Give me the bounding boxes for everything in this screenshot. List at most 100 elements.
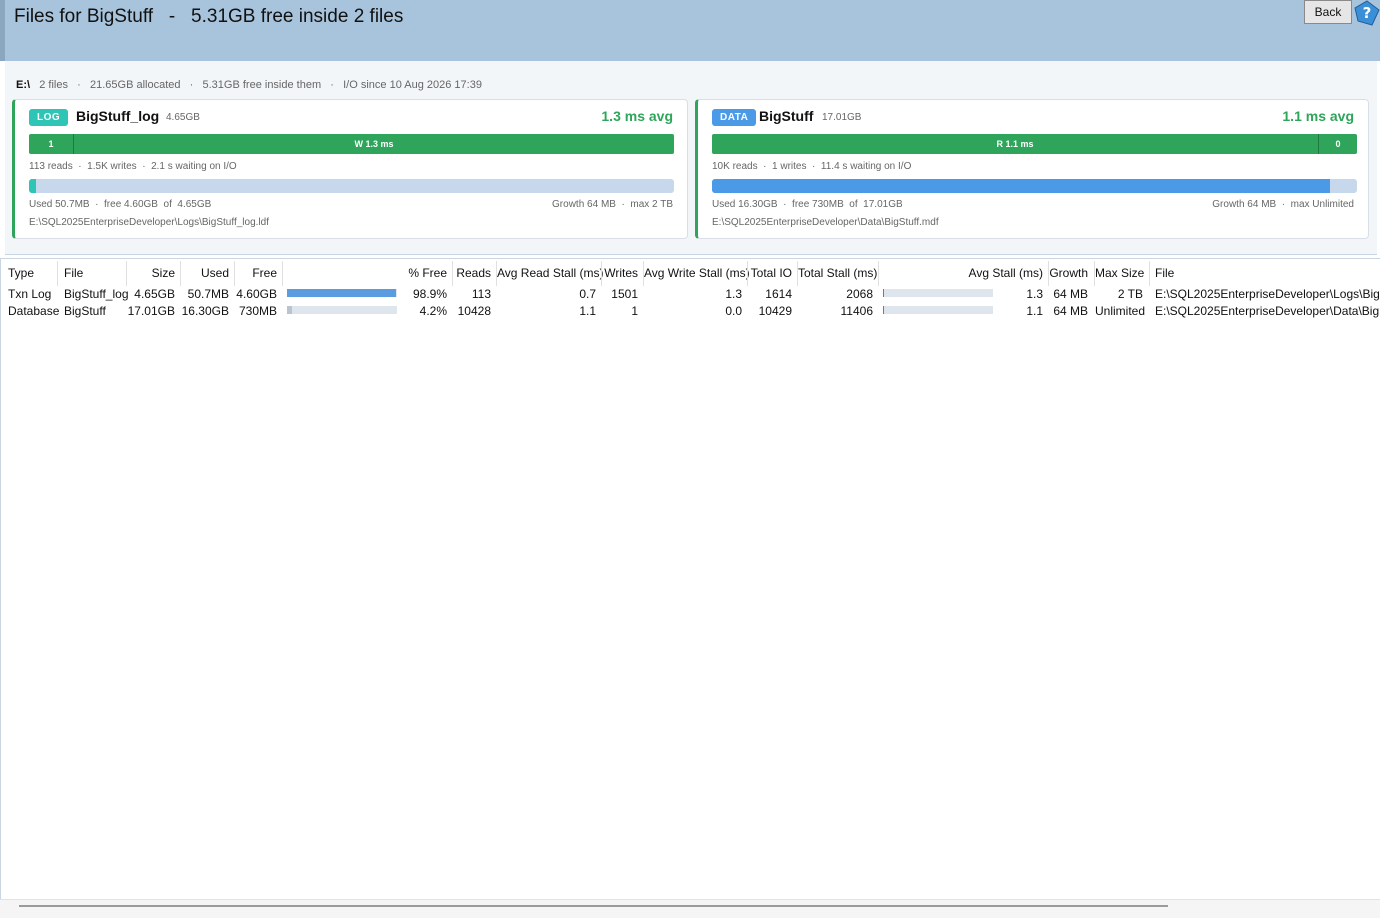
col-header-total-stall[interactable]: Total Stall (ms) [798, 266, 877, 280]
col-separator[interactable] [282, 261, 283, 286]
back-button[interactable]: Back [1304, 0, 1352, 24]
cell-avg-read-stall: 1.1 [579, 304, 596, 318]
col-header-file[interactable]: File [64, 266, 83, 280]
col-header-pct-free[interactable]: % Free [381, 266, 447, 280]
log-file-size: 4.65GB [166, 112, 200, 123]
col-header-total-io[interactable]: Total IO [748, 266, 792, 280]
cell-used: 16.30GB [181, 304, 229, 318]
cell-max-size: 2 TB [1117, 287, 1143, 301]
log-usage-fill [29, 179, 37, 193]
allocated-text: 21.65GB allocated [89, 79, 181, 91]
col-header-max-size[interactable]: Max Size [1095, 266, 1144, 280]
cell-file: BigStuff [64, 304, 106, 318]
log-usage-bar [29, 179, 674, 193]
log-used-text: Used 50.7MB · free 4.60GB of 4.65GB [29, 199, 212, 210]
data-growth-text: Growth 64 MB · max Unlimited [1212, 199, 1354, 210]
col-header-file-path[interactable]: File [1155, 266, 1174, 280]
file-count: 2 files [39, 79, 68, 91]
cell-growth: 64 MB [1053, 304, 1088, 318]
log-io-bar: 1 W 1.3 ms [29, 134, 674, 154]
log-avg-latency: 1.3 ms avg [601, 108, 673, 124]
log-file-card[interactable]: LOG BigStuff_log 4.65GB 1.3 ms avg 1 W 1… [12, 99, 688, 239]
data-avg-latency: 1.1 ms avg [1282, 108, 1354, 124]
data-usage-bar [712, 179, 1357, 193]
cell-total-io: 10429 [758, 304, 792, 318]
free-bar-fill [287, 306, 292, 314]
col-header-writes[interactable]: Writes [602, 266, 638, 280]
cell-writes: 1501 [611, 287, 638, 301]
data-file-card[interactable]: DATA BigStuff 17.01GB 1.1 ms avg R 1.1 m… [695, 99, 1369, 239]
cell-pct-free: 4.2% [419, 304, 447, 318]
data-io-bar: R 1.1 ms 0 [712, 134, 1357, 154]
stall-bar-fill [883, 306, 885, 314]
drive-letter: E:\ [16, 79, 31, 91]
data-file-path: E:\SQL2025EnterpriseDeveloper\Data\BigSt… [712, 217, 939, 228]
cell-used: 50.7MB [187, 287, 229, 301]
data-used-text: Used 16.30GB · free 730MB of 17.01GB [712, 199, 903, 210]
cell-type: Database [8, 304, 60, 318]
cell-reads: 113 [471, 287, 491, 301]
cell-file-path: E:\SQL2025EnterpriseDeveloper\Data\BigSt… [1155, 304, 1379, 318]
col-separator[interactable] [878, 261, 879, 286]
svg-text:?: ? [1363, 4, 1372, 22]
io-since-text: I/O since 10 Aug 2026 17:39 [343, 79, 482, 91]
page-title: Files for BigStuff - 5.31GB free inside … [14, 6, 404, 27]
col-separator[interactable] [57, 261, 58, 286]
status-strip [0, 899, 1380, 918]
col-header-size[interactable]: Size [127, 266, 175, 280]
log-io-read-segment: 1 [48, 139, 54, 149]
data-io-read-segment: R 1.1 ms [996, 139, 1034, 149]
data-file-size: 17.01GB [822, 112, 862, 123]
col-header-used[interactable]: Used [181, 266, 229, 280]
data-io-stats: 10K reads · 1 writes · 11.4 s waiting on… [712, 161, 912, 172]
cell-total-stall: 11406 [840, 304, 873, 318]
data-io-write-segment: 0 [1335, 139, 1341, 149]
cell-avg-stall: 1.1 [1026, 304, 1043, 318]
col-separator[interactable] [1149, 261, 1150, 286]
cell-pct-free: 98.9% [412, 287, 447, 301]
stall-bar-fill [883, 289, 885, 297]
log-badge: LOG [29, 109, 69, 126]
col-header-growth[interactable]: Growth [1049, 266, 1088, 280]
files-table[interactable]: Type File Size Used Free % Free Reads Av… [0, 258, 1380, 917]
cell-total-stall: 2068 [846, 287, 873, 301]
free-inside-text: 5.31GB free inside them [202, 79, 322, 91]
log-io-stats: 113 reads · 1.5K writes · 2.1 s waiting … [29, 161, 237, 172]
drive-summary: E:\ 2 files · 21.65GB allocated · 5.31GB… [16, 79, 482, 91]
help-icon[interactable]: ? [1354, 0, 1380, 26]
cell-writes: 1 [631, 304, 638, 318]
cell-free: 730MB [238, 304, 277, 318]
cell-size: 17.01GB [127, 304, 175, 318]
free-bar-fill [287, 289, 396, 297]
log-growth-text: Growth 64 MB · max 2 TB [552, 199, 673, 210]
cell-reads: 10428 [457, 304, 491, 318]
cell-avg-write-stall: 0.0 [725, 304, 742, 318]
cell-total-io: 1614 [765, 287, 792, 301]
log-io-write-segment: W 1.3 ms [354, 139, 394, 149]
cell-avg-write-stall: 1.3 [725, 287, 742, 301]
col-header-avg-read-stall[interactable]: Avg Read Stall (ms) [497, 266, 603, 280]
horizontal-scrollbar[interactable] [19, 905, 1168, 907]
col-header-type[interactable]: Type [8, 266, 34, 280]
cell-file-path: E:\SQL2025EnterpriseDeveloper\Logs\BigSt… [1155, 287, 1379, 301]
col-header-avg-stall[interactable]: Avg Stall (ms) [961, 266, 1043, 280]
data-usage-fill [712, 179, 1330, 193]
cell-growth: 64 MB [1053, 287, 1088, 301]
col-header-avg-write-stall[interactable]: Avg Write Stall (ms) [644, 266, 750, 280]
col-header-reads[interactable]: Reads [453, 266, 491, 280]
log-file-name: BigStuff_log [76, 108, 160, 124]
summary-panel: E:\ 2 files · 21.65GB allocated · 5.31GB… [5, 61, 1377, 255]
cell-avg-stall: 1.3 [1026, 287, 1043, 301]
cell-size: 4.65GB [134, 287, 175, 301]
data-file-name: BigStuff [759, 108, 814, 124]
log-file-path: E:\SQL2025EnterpriseDeveloper\Logs\BigSt… [29, 217, 269, 228]
col-header-free[interactable]: Free [235, 266, 277, 280]
cell-type: Txn Log [8, 287, 52, 301]
header-edge [0, 0, 5, 61]
data-badge: DATA [712, 109, 757, 126]
cell-free: 4.60GB [236, 287, 277, 301]
cell-max-size: Unlimited [1095, 304, 1146, 318]
cell-file: BigStuff_log [64, 287, 129, 301]
cell-avg-read-stall: 0.7 [579, 287, 596, 301]
window-header: Files for BigStuff - 5.31GB free inside … [0, 0, 1380, 61]
